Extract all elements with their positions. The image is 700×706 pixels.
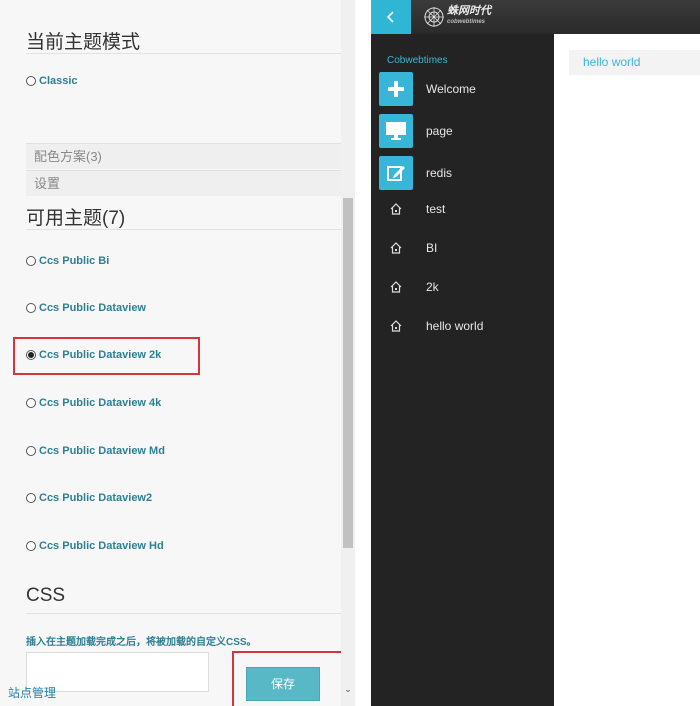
nav-item-2k[interactable]: 2k: [379, 270, 554, 304]
logo-text: 蛛网时代 cobwebtimes: [447, 6, 491, 28]
radio-button[interactable]: [26, 493, 36, 503]
top-bar: 蛛网时代 cobwebtimes: [371, 0, 700, 34]
radio-theme-dataview[interactable]: Ccs Public Dataview: [26, 299, 146, 317]
content-tab-hello-world[interactable]: hello world: [569, 50, 700, 75]
edit-icon: [379, 156, 413, 190]
logo: 蛛网时代 cobwebtimes: [423, 3, 503, 31]
back-button[interactable]: [371, 0, 411, 34]
app-preview: 蛛网时代 cobwebtimes Cobwebtimes Welcome pag…: [371, 0, 700, 706]
home-icon: [379, 231, 413, 265]
css-title: CSS: [26, 585, 66, 606]
monitor-icon: [379, 114, 413, 148]
radio-button[interactable]: [26, 446, 36, 456]
home-icon: [379, 270, 413, 304]
divider: [26, 229, 341, 230]
theme-settings-panel: 当前主题模式 Classic 配色方案(3) 设置 可用主题(7) Ccs Pu…: [0, 0, 355, 706]
nav-label: 2k: [426, 280, 439, 294]
radio-theme-dataview-md[interactable]: Ccs Public Dataview Md: [26, 442, 165, 460]
nav-label: Welcome: [426, 82, 476, 96]
radio-theme-dataview-4k[interactable]: Ccs Public Dataview 4k: [26, 394, 161, 412]
save-button-highlight: [232, 651, 355, 706]
sidebar-brand: Cobwebtimes: [387, 55, 448, 66]
spider-web-icon: [424, 7, 444, 27]
radio-button[interactable]: [26, 76, 36, 86]
radio-button[interactable]: [26, 256, 36, 266]
divider: [26, 53, 341, 54]
available-themes-title: 可用主题(7): [26, 208, 126, 229]
settings-bar[interactable]: 设置: [26, 170, 341, 196]
nav-label: BI: [426, 241, 438, 255]
selected-theme-highlight: [13, 337, 200, 375]
radio-label: Classic: [39, 75, 78, 87]
nav-label: page: [426, 124, 453, 138]
radio-label: Ccs Public Dataview2: [39, 492, 153, 504]
home-icon: [379, 192, 413, 226]
nav-item-welcome[interactable]: Welcome: [379, 72, 554, 106]
nav-item-test[interactable]: test: [379, 192, 554, 226]
radio-classic[interactable]: Classic: [26, 72, 78, 90]
radio-label: Ccs Public Dataview 4k: [39, 397, 162, 409]
current-theme-title: 当前主题模式: [26, 32, 141, 53]
radio-theme-dataview-hd[interactable]: Ccs Public Dataview Hd: [26, 537, 164, 555]
scrollbar-thumb[interactable]: [343, 198, 353, 548]
color-scheme-bar[interactable]: 配色方案(3): [26, 143, 341, 169]
radio-theme-dataview2[interactable]: Ccs Public Dataview2: [26, 489, 152, 507]
divider: [26, 613, 341, 614]
radio-label: Ccs Public Dataview Hd: [39, 540, 164, 552]
radio-label: Ccs Public Dataview Md: [39, 445, 165, 457]
nav-item-redis[interactable]: redis: [379, 156, 554, 190]
radio-button[interactable]: [26, 398, 36, 408]
nav-label: hello world: [426, 319, 484, 333]
radio-label: Ccs Public Dataview: [39, 302, 146, 314]
logo-title: 蛛网时代: [447, 5, 491, 17]
site-admin-link[interactable]: 站点管理: [8, 684, 56, 701]
scroll-down-icon[interactable]: ⌄: [341, 682, 355, 696]
nav-item-bi[interactable]: BI: [379, 231, 554, 265]
radio-label: Ccs Public Bi: [39, 255, 110, 267]
radio-button[interactable]: [26, 541, 36, 551]
css-description: 插入在主题加载完成之后，将被加载的自定义CSS。: [26, 637, 257, 648]
nav-label: test: [426, 202, 446, 216]
home-icon: [379, 309, 413, 343]
radio-button[interactable]: [26, 303, 36, 313]
panel-gap: [355, 0, 371, 706]
sidebar: Cobwebtimes Welcome page redis test BI 2…: [371, 34, 554, 706]
chevron-left-icon: [386, 11, 394, 23]
nav-item-hello-world[interactable]: hello world: [379, 309, 554, 343]
plus-icon: [379, 72, 413, 106]
nav-label: redis: [426, 166, 453, 180]
nav-item-page[interactable]: page: [379, 114, 554, 148]
logo-subtitle: cobwebtimes: [447, 19, 486, 25]
radio-theme-bi[interactable]: Ccs Public Bi: [26, 252, 109, 270]
